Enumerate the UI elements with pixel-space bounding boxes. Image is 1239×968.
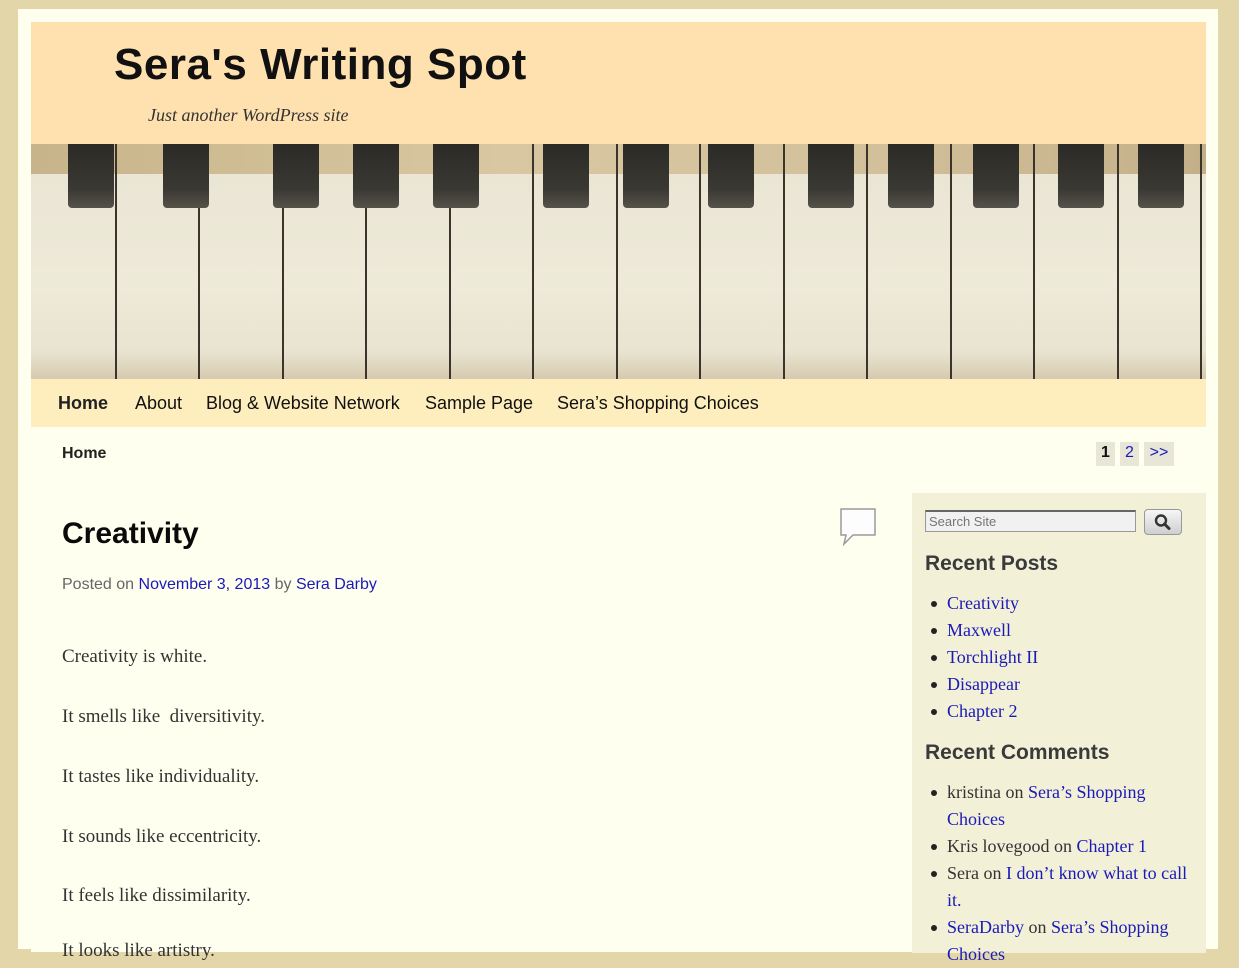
comment-author: Sera	[947, 863, 979, 883]
comment-on-label: on	[1028, 917, 1047, 937]
post-meta: Posted on November 3, 2013 by Sera Darby	[62, 576, 377, 594]
piano-black-key	[1058, 144, 1104, 208]
main-navigation: Home About Blog & Website Network Sample…	[31, 379, 1206, 427]
search-button[interactable]	[1144, 509, 1182, 535]
list-item: Torchlight II	[925, 644, 1038, 671]
magnifier-icon	[1154, 514, 1171, 530]
recent-posts-title: Recent Posts	[925, 552, 1059, 575]
comment-author: kristina	[947, 782, 1001, 802]
breadcrumb: Home	[62, 445, 107, 462]
list-item: Chapter 2	[925, 698, 1038, 725]
nav-item-shopping-choices[interactable]: Sera’s Shopping Choices	[557, 393, 759, 414]
site-header: Sera's Writing Spot Just another WordPre…	[31, 22, 1206, 144]
comment-author: Kris lovegood	[947, 836, 1050, 856]
list-item: Sera on I don’t know what to call it.	[925, 860, 1195, 914]
piano-black-key	[543, 144, 589, 208]
piano-black-key	[623, 144, 669, 208]
piano-black-key	[1138, 144, 1184, 208]
piano-black-key	[68, 144, 114, 208]
piano-key-divider	[115, 144, 117, 379]
piano-black-key	[708, 144, 754, 208]
nav-item-blog-network[interactable]: Blog & Website Network	[206, 393, 400, 414]
nav-item-home[interactable]: Home	[58, 393, 108, 414]
comment-bubble-icon[interactable]	[839, 507, 877, 547]
site-title[interactable]: Sera's Writing Spot	[114, 40, 527, 90]
comment-on-label: on	[1054, 836, 1072, 856]
header-banner-image	[31, 144, 1206, 379]
site-container: Sera's Writing Spot Just another WordPre…	[31, 22, 1206, 964]
piano-black-key	[808, 144, 854, 208]
post-paragraph: It smells like diversitivity.	[62, 706, 265, 727]
piano-black-key	[163, 144, 209, 208]
page-wrapper: Sera's Writing Spot Just another WordPre…	[18, 9, 1218, 964]
piano-black-key	[973, 144, 1019, 208]
piano-key-divider	[616, 144, 618, 379]
list-item: SeraDarby on Sera’s Shopping Choices	[925, 914, 1195, 968]
recent-post-link[interactable]: Chapter 2	[947, 701, 1017, 721]
piano-key-divider	[1033, 144, 1035, 379]
piano-black-key	[353, 144, 399, 208]
by-label: by	[274, 576, 292, 593]
recent-post-link[interactable]: Disappear	[947, 674, 1020, 694]
piano-key-divider	[866, 144, 868, 379]
post-author-link[interactable]: Sera Darby	[296, 576, 377, 593]
recent-post-link[interactable]: Creativity	[947, 593, 1019, 613]
list-item: Disappear	[925, 671, 1038, 698]
piano-key-divider	[699, 144, 701, 379]
post-paragraph: It sounds like eccentricity.	[62, 826, 262, 847]
piano-key-divider	[532, 144, 534, 379]
search-input[interactable]	[925, 510, 1136, 532]
nav-item-about[interactable]: About	[135, 393, 182, 414]
sidebar: Recent Posts Creativity Maxwell Torchlig…	[912, 493, 1206, 964]
piano-key-divider	[950, 144, 952, 379]
list-item: Creativity	[925, 590, 1038, 617]
comment-author-link[interactable]: SeraDarby	[947, 917, 1024, 937]
recent-post-link[interactable]: Maxwell	[947, 620, 1011, 640]
post-paragraph: It feels like dissimilarity.	[62, 885, 251, 906]
comment-on-label: on	[983, 863, 1002, 883]
banner-bottom-shade	[31, 351, 1206, 379]
post-paragraph: Creativity is white.	[62, 646, 208, 667]
pagination-current: 1	[1096, 442, 1115, 466]
recent-comments-list: kristina on Sera’s Shopping Choices Kris…	[925, 779, 1195, 968]
list-item: kristina on Sera’s Shopping Choices	[925, 779, 1195, 833]
site-tagline: Just another WordPress site	[148, 105, 349, 125]
piano-key-divider	[783, 144, 785, 379]
recent-post-link[interactable]: Torchlight II	[947, 647, 1038, 667]
piano-black-key	[433, 144, 479, 208]
post-date-link[interactable]: November 3, 2013	[139, 576, 271, 593]
comment-post-link[interactable]: Chapter 1	[1077, 836, 1147, 856]
post-title[interactable]: Creativity	[62, 517, 199, 551]
piano-key-divider	[1117, 144, 1119, 379]
piano-black-key	[888, 144, 934, 208]
nav-item-sample-page[interactable]: Sample Page	[425, 393, 533, 414]
list-item: Maxwell	[925, 617, 1038, 644]
list-item: Kris lovegood on Chapter 1	[925, 833, 1195, 860]
pagination-next[interactable]: >>	[1144, 442, 1174, 466]
piano-black-key	[273, 144, 319, 208]
piano-key-divider	[1200, 144, 1202, 379]
comment-on-label: on	[1005, 782, 1024, 802]
pagination-page-2[interactable]: 2	[1120, 442, 1139, 466]
posted-on-label: Posted on	[62, 576, 135, 593]
recent-comments-title: Recent Comments	[925, 741, 1110, 764]
recent-posts-list: Creativity Maxwell Torchlight II Disappe…	[925, 590, 1038, 725]
post-paragraph: It tastes like individuality.	[62, 766, 260, 787]
post-paragraph: It looks like artistry.	[62, 940, 215, 961]
